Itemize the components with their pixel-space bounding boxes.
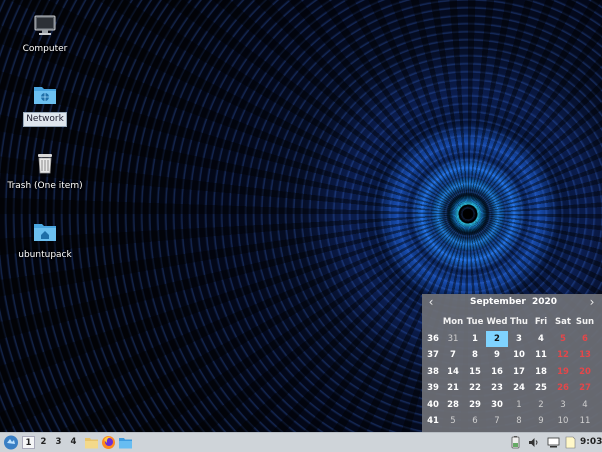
calendar-day[interactable]: 11 <box>530 347 552 364</box>
calendar-grid: Mon Tue Wed Thu Fri Sat Sun 36 31 1 2 3 … <box>424 314 596 430</box>
next-month-button[interactable]: › <box>585 295 599 309</box>
calendar-day[interactable]: 19 <box>552 364 574 381</box>
calendar-day[interactable]: 29 <box>464 397 486 414</box>
calendar-day[interactable]: 3 <box>552 397 574 414</box>
desktop-icon-trash[interactable]: Trash (One item) <box>5 150 85 193</box>
weekday-label: Thu <box>510 317 528 328</box>
calendar-week-row: 38 14 15 16 17 18 19 20 <box>424 364 596 381</box>
week-number-header <box>424 314 442 331</box>
file-manager-icon[interactable] <box>84 435 99 450</box>
calendar-day[interactable]: 23 <box>486 380 508 397</box>
calendar-day[interactable]: 5 <box>552 331 574 348</box>
calendar-day[interactable]: 2 <box>530 397 552 414</box>
calendar-day[interactable]: 7 <box>486 413 508 430</box>
calendar-day[interactable]: 13 <box>574 347 596 364</box>
calendar-day[interactable]: 16 <box>486 364 508 381</box>
folder-icon[interactable] <box>118 435 133 450</box>
calendar-day[interactable]: 12 <box>552 347 574 364</box>
workspace-2-button[interactable]: 2 <box>37 436 50 449</box>
calendar-day-today[interactable]: 2 <box>486 330 508 347</box>
week-number: 36 <box>427 333 439 344</box>
calendar-day[interactable]: 18 <box>530 364 552 381</box>
calendar-day[interactable]: 5 <box>442 413 464 430</box>
desktop-icon-home[interactable]: ubuntupack <box>5 219 85 262</box>
weekday-header-row: Mon Tue Wed Thu Fri Sat Sun <box>424 314 596 331</box>
desktop-icon-label: Computer <box>22 44 68 54</box>
workspace-1-button[interactable]: 1 <box>22 436 35 449</box>
calendar-day[interactable]: 30 <box>486 397 508 414</box>
firefox-icon[interactable] <box>101 435 116 450</box>
calendar-week-row: 39 21 22 23 24 25 26 27 <box>424 380 596 397</box>
calendar-day[interactable]: 22 <box>464 380 486 397</box>
calendar-day[interactable]: 3 <box>508 331 530 348</box>
calendar-day[interactable]: 24 <box>508 380 530 397</box>
calendar-week-row: 37 7 8 9 10 11 12 13 <box>424 347 596 364</box>
calendar-day[interactable]: 6 <box>464 413 486 430</box>
calendar-day[interactable]: 21 <box>442 380 464 397</box>
calendar-day[interactable]: 10 <box>552 413 574 430</box>
weekday-label: Fri <box>534 317 548 328</box>
weekday-label: Sun <box>575 317 595 328</box>
calendar-day[interactable]: 14 <box>442 364 464 381</box>
calendar-day[interactable]: 4 <box>530 331 552 348</box>
calendar-day[interactable]: 9 <box>530 413 552 430</box>
week-number: 39 <box>427 383 439 394</box>
calendar-day[interactable]: 17 <box>508 364 530 381</box>
week-number: 37 <box>427 350 439 361</box>
computer-icon <box>34 15 56 35</box>
calendar-day[interactable]: 9 <box>486 347 508 364</box>
calendar-day[interactable]: 1 <box>464 331 486 348</box>
calendar-day[interactable]: 31 <box>442 331 464 348</box>
weekday-label: Wed <box>486 317 508 328</box>
calendar-day[interactable]: 8 <box>464 347 486 364</box>
calendar-popup: ‹ September 2020 › Mon Tue Wed Thu Fri S… <box>422 294 602 432</box>
calendar-day[interactable]: 11 <box>574 413 596 430</box>
calendar-day[interactable]: 4 <box>574 397 596 414</box>
calendar-day[interactable]: 7 <box>442 347 464 364</box>
home-folder-icon <box>34 224 56 241</box>
week-number: 41 <box>427 416 439 427</box>
battery-icon[interactable] <box>509 436 522 449</box>
calendar-header: ‹ September 2020 › <box>422 294 602 312</box>
calendar-year: 2020 <box>532 297 558 307</box>
desktop-icon-label: ubuntupack <box>18 250 72 260</box>
notes-icon[interactable] <box>564 436 577 449</box>
calendar-day[interactable]: 25 <box>530 380 552 397</box>
volume-icon[interactable] <box>527 436 540 449</box>
calendar-day[interactable]: 8 <box>508 413 530 430</box>
calendar-day[interactable]: 10 <box>508 347 530 364</box>
trash-icon <box>38 154 52 174</box>
calendar-day[interactable]: 28 <box>442 397 464 414</box>
prev-month-button[interactable]: ‹ <box>424 295 438 309</box>
calendar-day[interactable]: 15 <box>464 364 486 381</box>
desktop-icon-label: Trash (One item) <box>7 181 83 191</box>
calendar-day[interactable]: 6 <box>574 331 596 348</box>
calendar-day[interactable]: 1 <box>508 397 530 414</box>
week-number: 40 <box>427 399 439 410</box>
weekday-label: Sat <box>555 317 571 328</box>
network-folder-icon <box>34 87 56 104</box>
calendar-week-row: 41 5 6 7 8 9 10 11 <box>424 413 596 430</box>
calendar-month: September <box>470 297 526 307</box>
desktop-icon-computer[interactable]: Computer <box>5 13 85 56</box>
calendar-week-row: 40 28 29 30 1 2 3 4 <box>424 397 596 414</box>
taskbar-panel: 1 2 3 4 9:03 <box>0 432 602 452</box>
calendar-week-row: 36 31 1 2 3 4 5 6 <box>424 330 596 348</box>
desktop-icon-network[interactable]: Network <box>5 82 85 127</box>
week-number: 38 <box>427 366 439 377</box>
app-menu-icon[interactable] <box>2 434 20 451</box>
weekday-label: Mon <box>442 317 464 328</box>
panel-clock[interactable]: 9:03 <box>580 437 602 447</box>
network-monitor-icon[interactable] <box>547 436 560 449</box>
weekday-label: Tue <box>466 317 484 328</box>
calendar-day[interactable]: 26 <box>552 380 574 397</box>
calendar-day[interactable]: 27 <box>574 380 596 397</box>
workspace-3-button[interactable]: 3 <box>52 436 65 449</box>
calendar-day[interactable]: 20 <box>574 364 596 381</box>
workspace-4-button[interactable]: 4 <box>67 436 80 449</box>
desktop-icon-label: Network <box>23 112 67 127</box>
